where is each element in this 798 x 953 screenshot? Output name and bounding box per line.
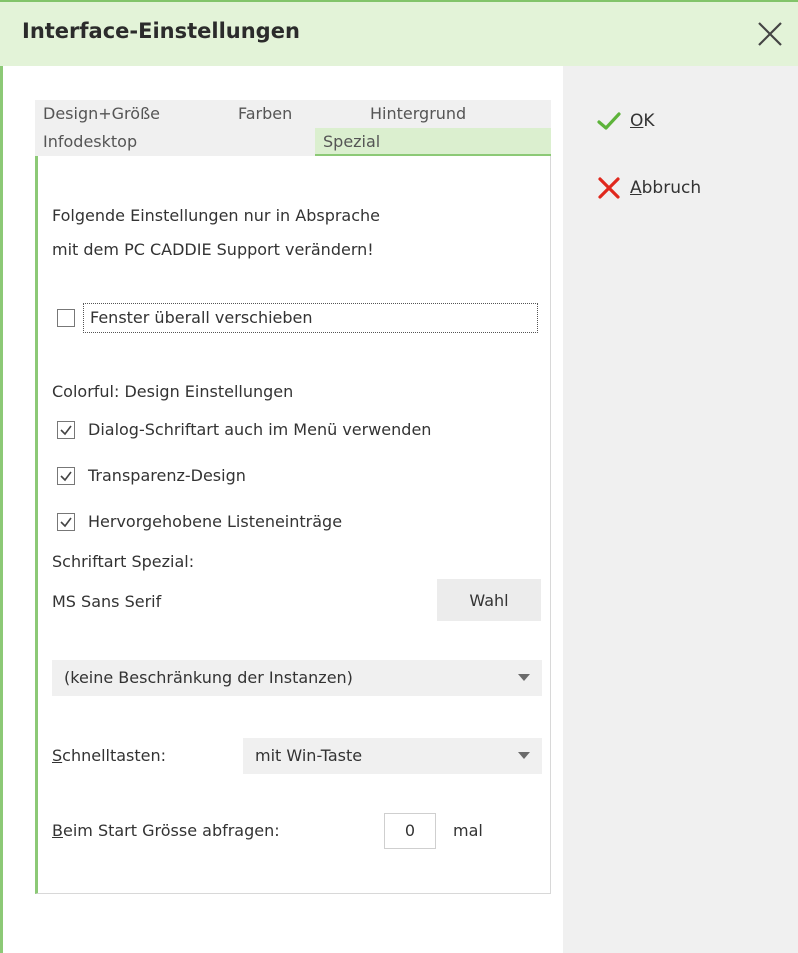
colorful-heading: Colorful: Design Einstellungen (52, 382, 294, 401)
transparency-design-checkbox[interactable] (57, 467, 75, 485)
dialog-font-menu-checkbox[interactable] (57, 421, 75, 439)
tab-infodesktop[interactable]: Infodesktop (35, 128, 315, 156)
chevron-down-icon (518, 674, 530, 681)
check-mark-icon (60, 471, 72, 482)
tab-special[interactable]: Spezial (315, 128, 551, 156)
instances-select[interactable]: (keine Beschränkung der Instanzen) (52, 660, 542, 696)
check-mark-icon (60, 517, 72, 528)
move-windows-label: Fenster überall verschieben (90, 308, 313, 327)
close-button[interactable] (744, 2, 798, 66)
dialog-title: Interface-Einstellungen (22, 19, 300, 43)
chevron-down-icon (518, 752, 530, 759)
dialog-window: Interface-Einstellungen OK Abbruch Desig… (0, 0, 798, 953)
highlighted-list-checkbox[interactable] (57, 513, 75, 531)
warning-line-1: Folgende Einstellungen nur in Absprache (52, 206, 381, 225)
warning-line-2: mit dem PC CADDIE Support verändern! (52, 240, 374, 259)
transparency-design-label: Transparenz-Design (88, 466, 246, 485)
hotkeys-label: Schnelltasten: (52, 746, 167, 765)
move-windows-focus[interactable]: Fenster überall verschieben (83, 303, 538, 333)
start-size-unit: mal (453, 821, 483, 840)
start-size-label: Beim Start Grösse abfragen: (52, 821, 280, 840)
tab-row-2: Infodesktop Spezial (35, 128, 551, 156)
font-special-value: MS Sans Serif (52, 592, 162, 611)
tab-colors[interactable]: Farben (230, 100, 362, 128)
ok-label: OK (630, 111, 655, 131)
hotkeys-select[interactable]: mit Win-Taste (243, 738, 542, 774)
check-icon (597, 112, 621, 130)
cancel-button[interactable]: Abbruch (596, 171, 701, 205)
ok-button[interactable]: OK (596, 104, 655, 138)
dialog-font-menu-label: Dialog-Schriftart auch im Menü verwenden (88, 420, 432, 439)
tab-row-1: Design+Größe Farben Hintergrund (35, 100, 551, 128)
move-windows-checkbox[interactable] (57, 309, 75, 327)
font-special-label: Schriftart Spezial: (52, 552, 195, 571)
window-left-border (0, 66, 3, 953)
hotkeys-select-value: mit Win-Taste (255, 746, 363, 765)
check-mark-icon (60, 425, 72, 436)
instances-select-value: (keine Beschränkung der Instanzen) (64, 668, 353, 687)
cancel-label: Abbruch (630, 178, 702, 198)
tab-design-size[interactable]: Design+Größe (35, 100, 230, 128)
choose-font-button[interactable]: Wahl (437, 579, 541, 621)
title-bar: Interface-Einstellungen (0, 0, 798, 66)
x-icon (598, 177, 620, 199)
highlighted-list-label: Hervorgehobene Listeneinträge (88, 512, 343, 531)
tab-background[interactable]: Hintergrund (362, 100, 551, 128)
close-icon (758, 22, 782, 46)
start-size-input[interactable]: 0 (384, 813, 436, 849)
